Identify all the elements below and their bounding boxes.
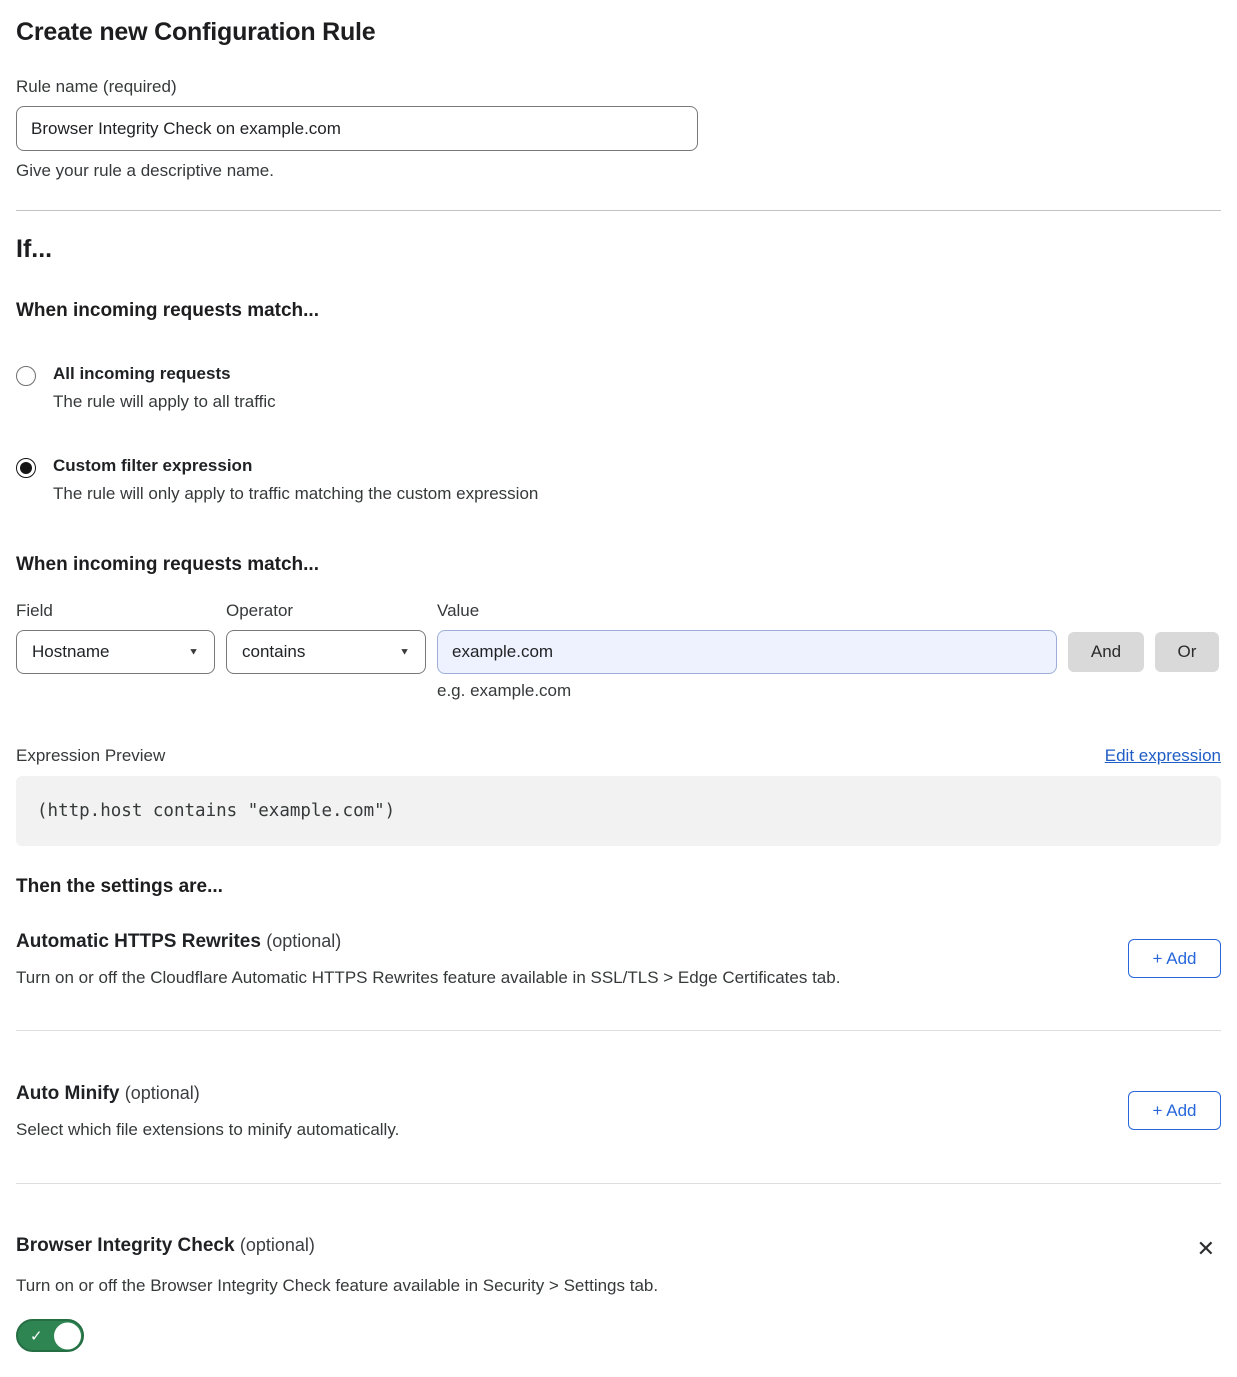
setting-title: Automatic HTTPS Rewrites (optional): [16, 931, 840, 953]
operator-select-value: contains: [242, 642, 305, 662]
check-icon: ✓: [30, 1327, 43, 1345]
setting-title-text: Browser Integrity Check: [16, 1235, 235, 1256]
field-select-value: Hostname: [32, 642, 109, 662]
setting-title: Auto Minify (optional): [16, 1083, 399, 1105]
radio-option-label: All incoming requests: [53, 364, 276, 384]
operator-label: Operator: [226, 601, 426, 621]
value-help: e.g. example.com: [437, 681, 1057, 701]
builder-heading: When incoming requests match...: [16, 554, 1221, 576]
builder-labels-row: Field Operator Value: [16, 601, 1221, 621]
setting-description: Select which file extensions to minify a…: [16, 1120, 399, 1140]
operator-select[interactable]: contains ▼: [226, 630, 426, 674]
rule-name-help: Give your rule a descriptive name.: [16, 161, 1221, 181]
radio-option-text: All incoming requests The rule will appl…: [53, 364, 276, 412]
setting-auto-minify: Auto Minify (optional) Select which file…: [16, 1083, 1221, 1140]
rule-name-input[interactable]: [16, 106, 698, 151]
builder-controls-row: Hostname ▼ contains ▼ And Or: [16, 630, 1221, 674]
setting-title-text: Automatic HTTPS Rewrites: [16, 931, 261, 952]
setting-text: Automatic HTTPS Rewrites (optional) Turn…: [16, 931, 840, 988]
or-button[interactable]: Or: [1155, 632, 1219, 672]
add-button[interactable]: + Add: [1128, 939, 1221, 978]
toggle-knob: [54, 1322, 81, 1349]
setting-optional-tag: (optional): [266, 931, 341, 951]
if-heading: If...: [16, 235, 1221, 264]
match-subheading: When incoming requests match...: [16, 300, 1221, 322]
and-button[interactable]: And: [1068, 632, 1144, 672]
setting-title-text: Auto Minify: [16, 1083, 119, 1104]
radio-option-text: Custom filter expression The rule will o…: [53, 456, 538, 504]
radio-option-description: The rule will apply to all traffic: [53, 392, 276, 412]
setting-optional-tag: (optional): [240, 1235, 315, 1255]
rule-name-label: Rule name (required): [16, 77, 1221, 97]
setting-description: Turn on or off the Cloudflare Automatic …: [16, 968, 840, 988]
settings-heading: Then the settings are...: [16, 876, 1221, 898]
builder-helper-row: e.g. example.com: [16, 681, 1221, 701]
expression-code-block: (http.host contains "example.com"): [16, 776, 1221, 846]
field-select[interactable]: Hostname ▼: [16, 630, 215, 674]
expression-preview-label: Expression Preview: [16, 746, 165, 766]
radio-option-custom-filter[interactable]: Custom filter expression The rule will o…: [16, 456, 1221, 504]
page-title: Create new Configuration Rule: [16, 18, 1221, 47]
radio-button-unselected[interactable]: [16, 366, 36, 386]
create-configuration-rule-page: Create new Configuration Rule Rule name …: [0, 0, 1237, 1368]
setting-description: Turn on or off the Browser Integrity Che…: [16, 1276, 1221, 1296]
add-button[interactable]: + Add: [1128, 1091, 1221, 1130]
value-input[interactable]: [437, 630, 1057, 674]
radio-option-description: The rule will only apply to traffic matc…: [53, 484, 538, 504]
chevron-down-icon: ▼: [399, 647, 410, 657]
setting-optional-tag: (optional): [125, 1083, 200, 1103]
setting-automatic-https-rewrites: Automatic HTTPS Rewrites (optional) Turn…: [16, 931, 1221, 988]
edit-expression-link[interactable]: Edit expression: [1105, 746, 1221, 766]
setting-browser-integrity-check: Browser Integrity Check (optional) ✕ Tur…: [16, 1235, 1221, 1352]
section-divider: [16, 210, 1221, 211]
expression-preview-header: Expression Preview Edit expression: [16, 746, 1221, 766]
radio-option-label: Custom filter expression: [53, 456, 538, 476]
browser-integrity-check-toggle[interactable]: ✓: [16, 1319, 84, 1352]
field-label: Field: [16, 601, 215, 621]
setting-divider: [16, 1030, 1221, 1031]
radio-option-all-requests[interactable]: All incoming requests The rule will appl…: [16, 364, 1221, 412]
setting-text: Auto Minify (optional) Select which file…: [16, 1083, 399, 1140]
radio-button-selected[interactable]: [16, 458, 36, 478]
setting-title: Browser Integrity Check (optional): [16, 1235, 315, 1257]
value-label: Value: [437, 601, 1057, 621]
setting-divider: [16, 1183, 1221, 1184]
close-icon[interactable]: ✕: [1197, 1239, 1215, 1261]
chevron-down-icon: ▼: [188, 647, 199, 657]
setting-header-row: Browser Integrity Check (optional) ✕: [16, 1235, 1221, 1261]
